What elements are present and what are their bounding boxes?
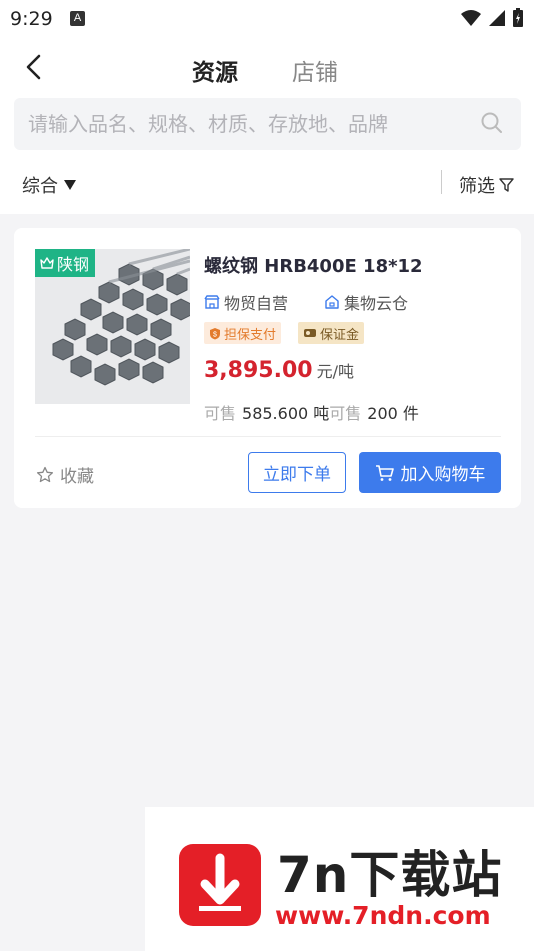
- deposit-badge: 保证金: [298, 322, 365, 344]
- favorite-label: 收藏: [60, 467, 94, 487]
- stock-label: 可售: [329, 404, 362, 423]
- price: 3,895.00: [204, 358, 313, 383]
- stock-weight: 585.600 吨: [242, 404, 330, 423]
- store-icon: [204, 295, 220, 309]
- search-input[interactable]: [28, 112, 468, 136]
- wifi-icon: [461, 10, 481, 26]
- brand-tag: 陕钢: [35, 249, 96, 277]
- filter-icon: [499, 178, 514, 192]
- warehouse-icon: [325, 295, 339, 309]
- add-to-cart-label: 加入购物车: [400, 465, 486, 485]
- filter-button[interactable]: 筛选: [459, 172, 514, 198]
- seller-type: 物贸自营: [204, 290, 288, 314]
- sort-bar: 综合 筛选: [0, 154, 534, 214]
- watermark: 7n下载站 www.7ndn.com: [145, 807, 534, 951]
- stock-info: 可售 585.600 吨 可售 200 件: [204, 400, 419, 424]
- battery-icon: [513, 8, 523, 27]
- deposit-icon: [304, 329, 316, 337]
- brand-tag-label: 陕钢: [57, 255, 90, 274]
- watermark-url: www.7ndn.com: [275, 901, 491, 930]
- cart-icon: [375, 464, 394, 481]
- price-row: 3,895.00 元/吨: [204, 358, 354, 383]
- guarantee-pay-badge: $ 担保支付: [204, 322, 282, 344]
- search-box[interactable]: [14, 98, 521, 150]
- product-card[interactable]: 陕钢 螺纹钢 HRB400E 18*12 物贸自营 集物云仓 $ 担保支付 保证…: [14, 228, 521, 508]
- tab-resources[interactable]: 资源: [192, 53, 238, 87]
- deposit-label: 保证金: [320, 327, 360, 343]
- sort-dropdown[interactable]: 综合: [22, 172, 77, 198]
- filter-label: 筛选: [459, 176, 495, 197]
- buy-now-button[interactable]: 立即下单: [248, 452, 346, 493]
- back-arrow-icon[interactable]: [20, 52, 48, 82]
- search-icon[interactable]: [481, 112, 503, 134]
- stock-count: 200 件: [367, 404, 419, 423]
- price-unit: 元/吨: [316, 362, 354, 381]
- divider: [35, 436, 501, 437]
- triangle-down-icon: [64, 180, 76, 190]
- warehouse-label: 集物云仓: [344, 294, 409, 313]
- sort-label: 综合: [22, 176, 58, 197]
- divider: [441, 170, 442, 194]
- add-to-cart-button[interactable]: 加入购物车: [359, 452, 501, 493]
- watermark-title: 7n下载站: [277, 846, 503, 904]
- favorite-button[interactable]: 收藏: [36, 462, 94, 487]
- stock-label: 可售: [204, 404, 237, 423]
- guarantee-pay-label: 担保支付: [224, 327, 277, 343]
- crown-icon: [40, 257, 54, 269]
- svg-text:$: $: [213, 331, 217, 338]
- status-time: 9:29: [10, 8, 53, 30]
- warehouse: 集物云仓: [324, 290, 408, 314]
- status-icons: [460, 8, 524, 28]
- shield-icon: $: [210, 327, 220, 339]
- product-title[interactable]: 螺纹钢 HRB400E 18*12: [204, 252, 423, 278]
- top-nav: 资源 店铺: [0, 38, 534, 96]
- status-bar: 9:29 A: [0, 0, 534, 38]
- signal-icon: [489, 10, 505, 26]
- star-icon: [36, 466, 54, 482]
- download-logo-icon: [179, 844, 261, 926]
- tab-shops[interactable]: 店铺: [292, 53, 338, 87]
- seller-type-label: 物贸自营: [224, 294, 289, 313]
- search-bar: [0, 96, 534, 154]
- notification-icon: A: [70, 11, 85, 26]
